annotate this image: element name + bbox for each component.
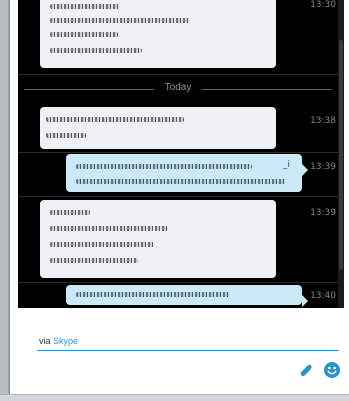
message-timestamp: 13:40	[310, 291, 336, 301]
emoji-icon[interactable]	[323, 361, 341, 379]
window-left-edge	[0, 0, 9, 400]
redacted-text-line	[50, 226, 168, 231]
redacted-text-line	[50, 242, 154, 247]
compose-area: via Skype	[18, 308, 349, 400]
redacted-text-line	[46, 133, 86, 138]
message-timestamp: 13:30	[310, 0, 336, 10]
message-bubble-incoming[interactable]	[40, 107, 276, 149]
message-bubble-incoming[interactable]	[40, 200, 276, 278]
message-bubble-incoming[interactable]	[40, 0, 276, 68]
scrollbar-thumb[interactable]	[339, 40, 343, 270]
message-list-scrollbar[interactable]	[338, 0, 344, 308]
message-timestamp: 13:39	[310, 208, 336, 218]
day-divider: Today	[24, 82, 332, 96]
message-bubble-outgoing[interactable]: _i	[66, 154, 308, 192]
divider-rule-right	[202, 89, 332, 90]
paperclip-icon[interactable]	[297, 361, 315, 379]
via-prefix: via	[39, 336, 51, 346]
redacted-text-line	[50, 258, 138, 263]
message-timestamp: 13:38	[310, 116, 336, 126]
redacted-text-line	[50, 18, 190, 23]
redacted-text-line	[50, 210, 90, 215]
chat-window: 13:30 Today 13:38 _i 13:39 13:39 13:40 v…	[9, 0, 349, 400]
redacted-text-line	[50, 32, 118, 37]
row-separator	[18, 152, 338, 153]
redacted-text-line	[50, 48, 142, 53]
edited-indicator: _i	[282, 160, 290, 170]
message-timestamp: 13:39	[310, 162, 336, 172]
redacted-text-line	[76, 292, 230, 297]
via-service-label[interactable]: via Skype	[39, 336, 78, 346]
row-separator	[18, 196, 338, 197]
message-bubble-outgoing[interactable]	[66, 285, 308, 307]
redacted-text-line	[76, 164, 252, 169]
redacted-text-line	[50, 4, 120, 9]
row-separator	[18, 74, 338, 75]
message-input[interactable]	[37, 350, 339, 351]
via-service-name[interactable]: Skype	[53, 336, 78, 346]
redacted-text-line	[46, 117, 184, 122]
message-list[interactable]: 13:30 Today 13:38 _i 13:39 13:39 13:40	[18, 0, 344, 308]
row-separator	[18, 282, 338, 283]
day-divider-label: Today	[164, 82, 192, 93]
redacted-text-line	[76, 179, 286, 184]
